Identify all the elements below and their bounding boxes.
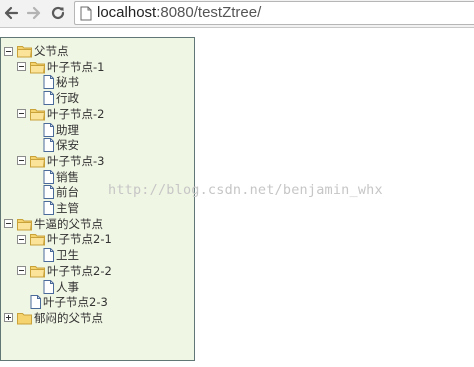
url-path: :8080/testZtree/ [156,4,262,21]
collapse-icon[interactable] [17,109,26,119]
tree-panel: 父节点 叶子节点-1 秘书 行政 叶子节点-2 助理 保安 叶子节点-3 销售 前台 主管 牛逼的父节… [0,37,195,361]
folder-open-icon [30,107,46,121]
collapse-icon[interactable] [4,46,13,56]
tree-node[interactable]: 叶子节点2-2 [17,263,112,279]
folder-open-icon [17,217,33,231]
tree-node[interactable]: 郁闷的父节点 [4,310,103,326]
tree-node[interactable]: 叶子节点2-3 [17,294,108,310]
tree-node-label[interactable]: 卫生 [56,247,79,263]
folder-open-icon [17,44,33,58]
folder-open-icon [30,264,46,278]
collapse-icon[interactable] [4,219,13,229]
tree-node[interactable]: 叶子节点-2 [17,106,104,122]
tree-node-label[interactable]: 叶子节点2-2 [47,263,112,279]
tree-node-label[interactable]: 前台 [56,184,79,200]
collapse-icon[interactable] [17,62,26,72]
expand-icon[interactable] [4,313,13,323]
tree-node-label[interactable]: 叶子节点-1 [47,59,104,75]
tree-node[interactable]: 父节点 [4,43,69,59]
folder-open-icon [30,60,46,74]
tree-node[interactable]: 秘书 [30,74,79,90]
tree-node-label[interactable]: 叶子节点2-1 [47,231,112,247]
tree-node[interactable]: 行政 [30,90,79,106]
tree-node-label[interactable]: 主管 [56,200,79,216]
tree-node-label[interactable]: 销售 [56,169,79,185]
collapse-icon[interactable] [17,266,26,276]
document-icon [43,75,55,90]
folder-open-icon [30,232,46,246]
tree-node[interactable]: 销售 [30,169,79,185]
browser-toolbar: localhost:8080/testZtree/ [0,0,474,28]
document-icon [43,138,55,153]
document-icon [43,201,55,215]
document-icon [43,248,55,263]
tree-node-label[interactable]: 保安 [56,137,79,153]
tree-node[interactable]: 卫生 [30,247,79,263]
tree-node-label[interactable]: 秘书 [56,74,79,90]
tree-node[interactable]: 人事 [30,279,79,295]
tree-node-label[interactable]: 牛逼的父节点 [34,216,103,232]
tree-node[interactable]: 保安 [30,137,79,153]
tree-node[interactable]: 牛逼的父节点 [4,216,103,232]
address-bar[interactable]: localhost:8080/testZtree/ [74,1,474,25]
tree-node-label[interactable]: 叶子节点2-3 [43,294,108,310]
tree-node-label[interactable]: 叶子节点-2 [47,106,104,122]
tree-node[interactable]: 主管 [30,200,79,216]
document-icon [30,295,42,310]
folder-open-icon [30,154,46,168]
tree-node[interactable]: 叶子节点2-1 [17,231,112,247]
tree-node-label[interactable]: 助理 [56,122,79,138]
watermark: http://blog.csdn.net/benjamin_whx [108,182,383,198]
collapse-icon[interactable] [17,234,26,244]
tree-node[interactable]: 叶子节点-3 [17,153,104,169]
reload-icon[interactable] [49,4,67,22]
document-icon [43,169,55,184]
page-icon [80,6,92,25]
document-icon [43,279,55,294]
tree-node-label[interactable]: 叶子节点-3 [47,153,104,169]
tree-node-label[interactable]: 郁闷的父节点 [34,310,103,326]
tree-node[interactable]: 助理 [30,122,79,138]
tree-node-label[interactable]: 行政 [56,90,79,106]
tree-node-label[interactable]: 父节点 [34,43,69,59]
folder-closed-icon [17,311,33,325]
collapse-icon[interactable] [17,156,26,166]
back-arrow-icon[interactable] [2,4,20,22]
document-icon [43,122,55,137]
forward-arrow-icon[interactable] [25,4,43,22]
document-icon [43,91,55,106]
tree-node[interactable]: 叶子节点-1 [17,59,104,75]
tree-node-label[interactable]: 人事 [56,279,79,295]
url-host: localhost [97,4,157,21]
tree-node[interactable]: 前台 [30,184,79,200]
document-icon [43,185,55,200]
url-text: localhost:8080/testZtree/ [97,4,261,21]
